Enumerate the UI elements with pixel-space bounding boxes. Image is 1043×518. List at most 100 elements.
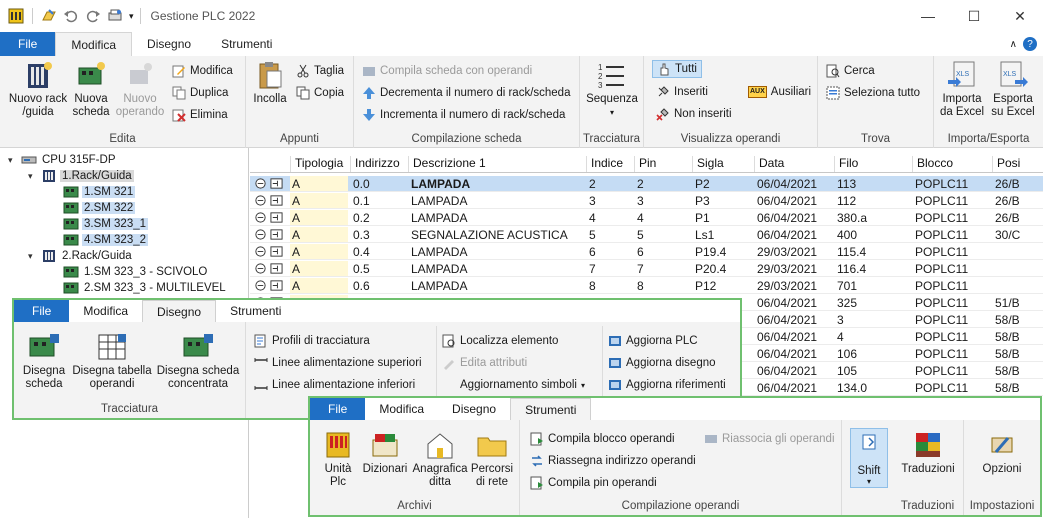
aggiornamento-simboli-button[interactable]: Aggiornamento simboli ▾ — [460, 376, 585, 394]
maximize-button[interactable]: ☐ — [951, 0, 997, 32]
column-header[interactable]: Descrizione 1 — [408, 156, 486, 172]
inseriti-button[interactable]: Inseriti — [656, 83, 708, 101]
aggiorna-disegno-button[interactable]: Aggiorna disegno — [608, 354, 716, 372]
tree-node[interactable]: 3.SM 323_1 — [50, 216, 149, 232]
app-icon — [8, 8, 24, 24]
undo-icon[interactable] — [63, 8, 79, 24]
tree-expand-icon[interactable]: ▾ — [28, 171, 38, 182]
tree-node[interactable]: ▾ 1.Rack/Guida — [28, 168, 134, 184]
tutti-button[interactable]: Tutti — [652, 60, 702, 78]
popup-disegno-tab-disegno[interactable]: Disegno — [142, 300, 217, 322]
popup-disegno-tab-file[interactable]: File — [14, 300, 70, 322]
profili-tracciatura-button[interactable]: Profili di tracciatura — [254, 332, 370, 350]
column-header[interactable]: Tipologia — [290, 156, 343, 172]
redo-icon[interactable] — [85, 8, 101, 24]
tree-node[interactable]: 2.SM 323_3 - MULTILEVEL — [50, 280, 228, 296]
popup-strumenti-tab-file[interactable]: File — [310, 398, 366, 420]
minimize-button[interactable]: — — [905, 0, 951, 32]
seleziona-tutto-button[interactable]: Seleziona tutto — [826, 84, 920, 102]
column-header[interactable]: Indirizzo — [350, 156, 400, 172]
tree-node[interactable]: ▾ 2.Rack/Guida — [28, 248, 134, 264]
traduzioni-button[interactable]: Traduzioni — [894, 430, 962, 476]
ausiliari-button[interactable]: AUX Ausiliari — [748, 83, 811, 101]
compila-blocco-button[interactable]: Compila blocco operandi — [530, 430, 675, 448]
nuovo-operando-button[interactable]: Nuovo operando — [112, 60, 168, 119]
rack-icon — [43, 170, 55, 182]
compila-pin-button[interactable]: Compila pin operandi — [530, 474, 657, 492]
shift-button[interactable]: Shift ▾ — [850, 428, 888, 488]
tab-disegno[interactable]: Disegno — [132, 32, 206, 56]
compila-scheda-button[interactable]: Compila scheda con operandi — [362, 62, 532, 80]
popup-strumenti-tab-modifica[interactable]: Modifica — [365, 398, 438, 420]
popup-strumenti-tab-strumenti[interactable]: Strumenti — [510, 398, 592, 420]
linee-superiori-button[interactable]: Linee alimentazione superiori — [254, 354, 422, 372]
dizionari-button[interactable]: Dizionari — [360, 430, 410, 476]
tree-node[interactable]: 1.SM 321 — [50, 184, 136, 200]
table-row[interactable]: A 0.0 LAMPADA 2 2 P2 06/04/2021 113 POPLC11 26/B — [250, 176, 1043, 192]
help-icon[interactable]: ? — [1023, 37, 1037, 51]
incolla-button[interactable]: Incolla — [250, 60, 290, 106]
table-row[interactable]: A 0.2 LAMPADA 4 4 P1 06/04/2021 380.a POPLC11 26/… — [250, 210, 1043, 226]
linee-inferiori-button[interactable]: Linee alimentazione inferiori — [254, 376, 415, 394]
opzioni-button[interactable]: Opzioni — [970, 430, 1034, 476]
copia-button[interactable]: Copia — [296, 84, 344, 102]
cerca-button[interactable]: Cerca — [826, 62, 875, 80]
importa-excel-button[interactable]: XLS Importa da Excel — [938, 60, 986, 119]
tree-node[interactable]: ▾ CPU 315F-DP — [8, 152, 118, 168]
table-row[interactable]: A 0.5 LAMPADA 7 7 P20.4 29/03/2021 116.4 POPLC11 — [250, 261, 1043, 277]
close-button[interactable]: ✕ — [997, 0, 1043, 32]
column-header[interactable]: Filo — [834, 156, 858, 172]
table-row[interactable]: A 0.1 LAMPADA 3 3 P3 06/04/2021 112 POPLC11 26/B — [250, 193, 1043, 209]
sequenza-button[interactable]: 123 Sequenza ▾ — [584, 60, 640, 119]
popup-disegno-tab-strumenti[interactable]: Strumenti — [216, 300, 295, 322]
open-icon[interactable] — [41, 8, 57, 24]
popup-strumenti-tab-disegno[interactable]: Disegno — [438, 398, 510, 420]
esporta-excel-button[interactable]: XLS Esporta su Excel — [988, 60, 1038, 119]
riassegna-indirizzo-button[interactable]: Riassegna indirizzo operandi — [530, 452, 696, 470]
copia-label: Copia — [314, 87, 345, 99]
localizza-elemento-button[interactable]: Localizza elemento — [442, 332, 558, 350]
unita-plc-button[interactable]: Unità Plc — [314, 430, 362, 489]
operand-type-icon — [270, 195, 283, 206]
disegna-concentrata-button[interactable]: Disegna scheda concentrata — [154, 332, 242, 391]
nuova-scheda-button[interactable]: Nuova scheda — [70, 60, 112, 119]
disegna-scheda-button[interactable]: Disegna scheda — [18, 332, 70, 391]
tree-expand-icon[interactable]: ▾ — [28, 251, 38, 262]
elimina-button[interactable]: Elimina — [172, 106, 228, 124]
print-settings-icon[interactable] — [107, 8, 123, 24]
table-row[interactable]: A 0.4 LAMPADA 6 6 P19.4 29/03/2021 115.4 POPLC11 — [250, 244, 1043, 260]
tree-node[interactable]: 4.SM 323_2 — [50, 232, 149, 248]
aggiorna-riferimenti-button[interactable]: Aggiorna riferimenti — [608, 376, 726, 394]
disegna-tabella-button[interactable]: Disegna tabella operandi — [70, 332, 154, 391]
traduzioni-label: Traduzioni — [901, 463, 955, 475]
non-inseriti-button[interactable]: Non inseriti — [656, 105, 732, 123]
anagrafica-ditta-button[interactable]: Anagrafica ditta — [410, 430, 470, 489]
column-header[interactable]: Posi — [992, 156, 1020, 172]
column-header[interactable]: Indice — [586, 156, 623, 172]
tree-node[interactable]: 1.SM 323_3 - SCIVOLO — [50, 264, 209, 280]
edita-attributi-button[interactable]: Edita attributi — [442, 354, 527, 372]
decrementa-button[interactable]: Decrementa il numero di rack/scheda — [362, 84, 570, 102]
incrementa-button[interactable]: Incrementa il numero di rack/scheda — [362, 106, 565, 124]
duplica-button[interactable]: Duplica — [172, 84, 228, 102]
tab-file[interactable]: File — [0, 32, 56, 56]
table-row[interactable]: A 0.3 SEGNALAZIONE ACUSTICA 5 5 Ls1 06/04/2021… — [250, 227, 1043, 243]
tree-expand-icon[interactable]: ▾ — [8, 155, 18, 166]
column-header[interactable]: Sigla — [692, 156, 724, 172]
tree-node[interactable]: 2.SM 322 — [50, 200, 136, 216]
column-header[interactable]: Blocco — [912, 156, 953, 172]
popup-disegno-tab-modifica[interactable]: Modifica — [69, 300, 142, 322]
tab-modifica[interactable]: Modifica — [55, 32, 133, 56]
column-header[interactable]: Data — [754, 156, 784, 172]
riassocia-operandi-button[interactable]: Riassocia gli operandi — [704, 430, 835, 448]
collapse-ribbon-icon[interactable]: ∧ — [1010, 39, 1017, 50]
tab-strumenti[interactable]: Strumenti — [206, 32, 287, 56]
column-header[interactable]: Pin — [634, 156, 656, 172]
qat-dropdown-icon[interactable]: ▾ — [129, 11, 134, 22]
modifica-button[interactable]: Modifica — [172, 62, 233, 80]
table-row[interactable]: A 0.6 LAMPADA 8 8 P12 29/03/2021 701 POPLC11 — [250, 278, 1043, 294]
taglia-button[interactable]: Taglia — [296, 62, 344, 80]
percorsi-rete-button[interactable]: Percorsi di rete — [468, 430, 516, 489]
aggiorna-plc-button[interactable]: Aggiorna PLC — [608, 332, 698, 350]
nuovo-rack-button[interactable]: Nuovo rack /guida — [6, 60, 70, 119]
